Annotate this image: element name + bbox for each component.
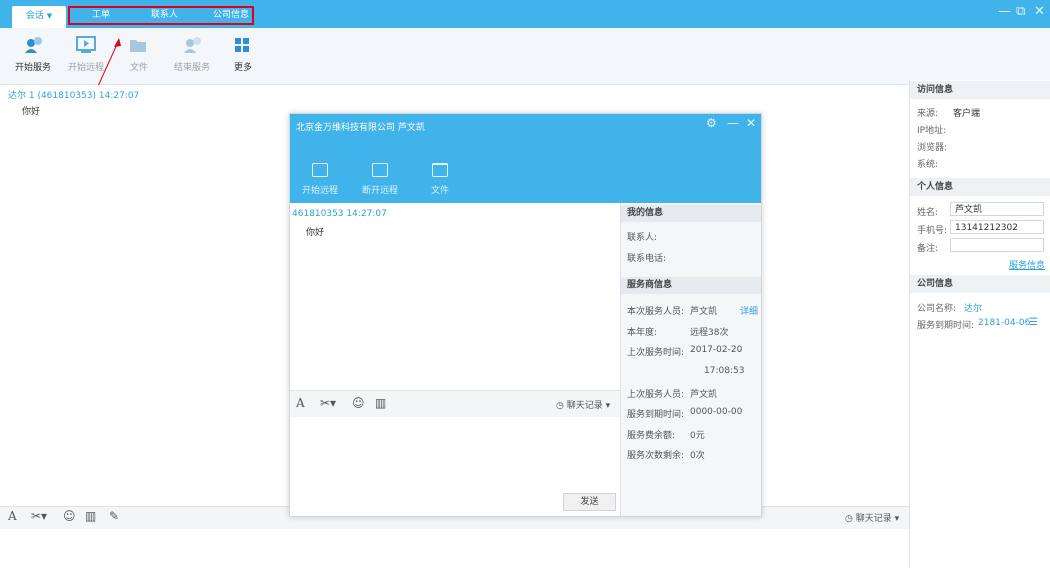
- chevron-down-icon: ▾: [605, 401, 611, 411]
- tab-company-info[interactable]: 公司信息: [213, 7, 249, 24]
- dialog-chat-history-button[interactable]: ◷ 聊天记录 ▾: [556, 398, 610, 411]
- note-label: 备注:: [917, 244, 939, 254]
- last-time-value: 17:08:53: [704, 366, 745, 376]
- folder-icon: [432, 163, 448, 177]
- dialog-stop-remote-button[interactable]: 断开远程: [356, 158, 404, 196]
- balance-value: 0元: [690, 431, 705, 441]
- scissors-icon[interactable]: ✂▾: [31, 509, 47, 523]
- this-staff-value: 芦文凯: [690, 307, 718, 317]
- edit-icon[interactable]: ✎: [109, 509, 119, 523]
- dialog-start-remote-button[interactable]: 开始远程: [296, 158, 344, 196]
- dialog-message-text: 你好: [306, 228, 325, 238]
- chat-history-label: 聊天记录: [855, 514, 892, 524]
- provider-info-header: 服务商信息: [621, 277, 761, 294]
- chevron-down-icon: ▼: [46, 12, 53, 20]
- last-staff-label: 上次服务人员:: [627, 390, 685, 400]
- dialog-chat-history-label: 聊天记录: [566, 401, 603, 411]
- tab-session[interactable]: 会话 ▼: [12, 6, 66, 28]
- dialog-info-panel: [620, 203, 761, 516]
- balance-label: 服务费余额:: [627, 431, 676, 441]
- dialog-start-remote-label: 开始远程: [301, 186, 338, 196]
- dialog-emoji-icon[interactable]: ☺: [352, 396, 365, 410]
- this-staff-label: 本次服务人员:: [627, 307, 685, 317]
- source-value: 客户端: [953, 109, 981, 119]
- service-info-link[interactable]: 服务信息: [1009, 258, 1045, 271]
- clock-icon: ◷: [845, 514, 853, 524]
- company-name-value[interactable]: 达尔: [964, 301, 982, 314]
- message-text: 你好: [22, 107, 41, 117]
- chat-history-button[interactable]: ◷ 聊天记录 ▾: [845, 511, 899, 524]
- tab-contacts[interactable]: 联系人: [151, 7, 178, 24]
- grid-more-icon: [235, 38, 249, 52]
- dialog-font-icon[interactable]: A: [296, 396, 305, 410]
- year-label: 本年度:: [627, 328, 658, 338]
- dialog-expire-label: 服务到期时间:: [627, 410, 685, 420]
- end-service-button[interactable]: 结束服务: [167, 28, 217, 84]
- end-service-label: 结束服务: [173, 63, 210, 73]
- phone-field[interactable]: 13141212302: [950, 220, 1044, 234]
- last-staff-value: 芦文凯: [690, 390, 718, 400]
- ip-label: IP地址:: [917, 126, 947, 136]
- expire-value: 2181-04-06: [978, 318, 1031, 328]
- contact-phone-label: 联系电话:: [627, 254, 667, 264]
- emoji-icon[interactable]: ☺: [63, 509, 76, 523]
- name-field[interactable]: 芦文凯: [950, 202, 1044, 216]
- user-service-icon: [25, 37, 42, 53]
- start-service-button[interactable]: 开始服务: [8, 28, 58, 84]
- dialog-scissors-icon[interactable]: ✂▾: [320, 396, 336, 410]
- name-label: 姓名:: [917, 208, 939, 218]
- browser-label: 浏览器:: [917, 143, 948, 153]
- my-info-header: 我的信息: [621, 205, 761, 222]
- dialog-screenshot-icon[interactable]: ▥: [375, 396, 386, 410]
- dialog-chat-history: [290, 203, 620, 390]
- screenshot-icon[interactable]: ▥: [85, 509, 96, 523]
- company-info-header: 公司信息: [910, 275, 1050, 293]
- more-button[interactable]: 更多: [218, 28, 268, 84]
- note-field[interactable]: [950, 238, 1044, 252]
- remaining-value: 0次: [690, 451, 705, 461]
- more-label: 更多: [233, 63, 252, 73]
- system-label: 系统:: [917, 160, 939, 170]
- visit-info-header: 访问信息: [910, 81, 1050, 99]
- message-input[interactable]: [0, 529, 909, 568]
- dialog-title: 北京金万维科技有限公司 芦文凯: [296, 123, 425, 133]
- company-name-label: 公司名称:: [917, 304, 957, 314]
- end-service-icon: [184, 37, 201, 53]
- settings-icon[interactable]: ⚙: [706, 117, 717, 129]
- dialog-expire-value: 0000-00-00: [690, 407, 743, 417]
- send-button[interactable]: 发送: [563, 493, 616, 511]
- folder-icon: [130, 40, 146, 52]
- remaining-label: 服务次数剩余:: [627, 451, 685, 461]
- font-icon[interactable]: A: [8, 509, 17, 523]
- chevron-down-icon: ▾: [894, 514, 900, 524]
- dialog-file-button[interactable]: 文件: [416, 158, 464, 196]
- detail-link[interactable]: 详细: [740, 304, 758, 317]
- contact-label: 联系人:: [627, 233, 658, 243]
- restore-icon[interactable]: ⧉: [1016, 5, 1025, 19]
- message-sender: 达尔 1 (461810353) 14:27:07: [8, 91, 140, 101]
- source-label: 来源:: [917, 109, 939, 119]
- tab-ticket[interactable]: 工单: [92, 7, 110, 24]
- dialog-stop-remote-label: 断开远程: [361, 186, 398, 196]
- close-icon[interactable]: ✕: [1034, 5, 1045, 19]
- minimize-icon[interactable]: —: [998, 5, 1011, 19]
- start-service-label: 开始服务: [14, 63, 51, 73]
- dialog-message-sender: 461810353 14:27:07: [292, 209, 387, 219]
- dialog-minimize-icon[interactable]: —: [727, 117, 739, 129]
- last-time-label: 上次服务时间:: [627, 348, 685, 358]
- expire-label: 服务到期时间:: [917, 321, 975, 331]
- toolbar: 开始服务 开始远程 文件 结束服务 更多: [0, 28, 1050, 85]
- clock-icon: ◷: [556, 401, 564, 411]
- tab-session-label: 会话: [25, 11, 44, 21]
- personal-info-header: 个人信息: [910, 178, 1050, 196]
- dialog-close-icon[interactable]: ✕: [746, 117, 756, 129]
- list-icon[interactable]: ☰: [1029, 317, 1038, 328]
- dialog-file-label: 文件: [430, 186, 449, 196]
- edit-screen-icon: [372, 163, 388, 177]
- remote-screen-icon: [312, 163, 328, 177]
- last-date-value: 2017-02-20: [690, 345, 743, 355]
- year-value: 远程38次: [690, 328, 729, 338]
- phone-label: 手机号:: [917, 226, 948, 236]
